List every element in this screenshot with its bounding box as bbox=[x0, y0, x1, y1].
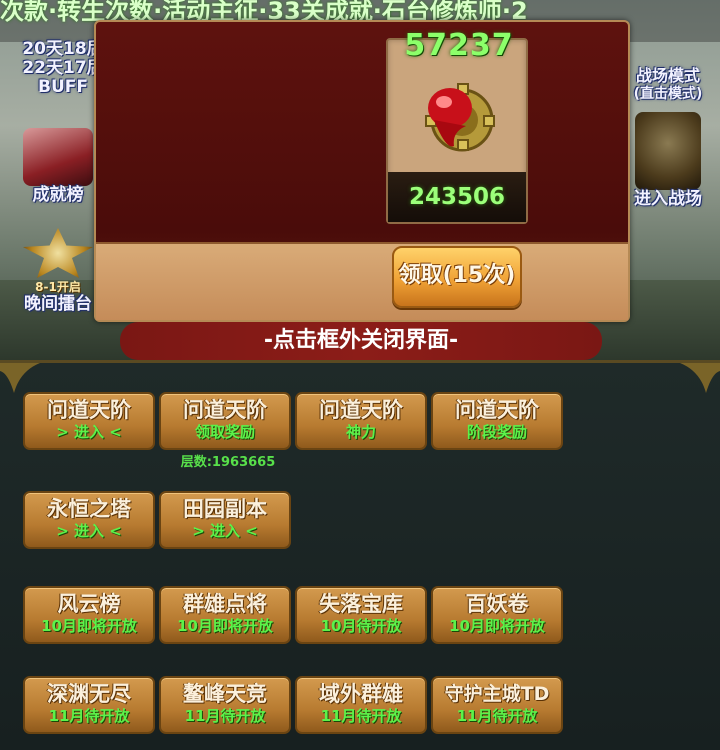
portal-icon bbox=[635, 112, 701, 190]
activity-sub: 11月待开放 bbox=[320, 707, 402, 725]
activity-tiandao-power-button[interactable]: 问道天阶 神力 bbox=[295, 392, 427, 450]
achievement-button[interactable]: 成就榜 bbox=[18, 128, 98, 205]
reward-item-slot[interactable]: 243506 bbox=[386, 38, 528, 224]
evening-arena-button[interactable]: 8-1开启 晚间擂台 bbox=[16, 228, 100, 314]
activity-outland-heroes-button[interactable]: 域外群雄 11月待开放 bbox=[295, 676, 427, 734]
activity-name: 问道天阶 bbox=[47, 398, 131, 422]
activity-tiandao-reward-button[interactable]: 问道天阶 领取奖励 bbox=[159, 392, 291, 450]
arena-open-tag: 8-1开启 bbox=[35, 280, 81, 294]
activity-sub: 11月待开放 bbox=[48, 707, 130, 725]
activity-name: 问道天阶 bbox=[455, 398, 539, 422]
activity-name: 守护主城TD bbox=[444, 683, 550, 705]
activity-sub: 领取奖励 bbox=[194, 423, 255, 441]
claim-button[interactable]: 领取(15次) bbox=[392, 246, 522, 308]
close-dialog-hint[interactable]: -点击框外关闭界面- bbox=[120, 322, 602, 360]
activity-lost-treasury-button[interactable]: 失落宝库 10月待开放 bbox=[295, 586, 427, 644]
activity-sub: > 进入 < bbox=[56, 423, 122, 441]
dialog-footer-area bbox=[96, 242, 628, 320]
right-corner-ornament bbox=[680, 363, 720, 393]
activity-name: 深渊无尽 bbox=[47, 682, 131, 706]
activity-name: 问道天阶 bbox=[183, 398, 267, 422]
activity-name: 百妖卷 bbox=[465, 592, 529, 616]
activity-sub: > 进入 < bbox=[56, 522, 122, 540]
activity-name: 失落宝库 bbox=[319, 592, 403, 616]
activity-sub: 10月即将开放 bbox=[449, 617, 545, 635]
reward-count: 243506 bbox=[388, 172, 526, 222]
activity-sub: 10月待开放 bbox=[320, 617, 402, 635]
red-gem-gear-icon bbox=[425, 83, 495, 152]
battlefield-mode-button[interactable]: 战场模式 (直击模式) bbox=[622, 66, 714, 104]
left-corner-ornament bbox=[0, 363, 40, 393]
activity-sub: 10月即将开放 bbox=[41, 617, 137, 635]
star-icon bbox=[23, 228, 93, 278]
activity-name: 问道天阶 bbox=[319, 398, 403, 422]
activity-abyss-button[interactable]: 深渊无尽 11月待开放 bbox=[23, 676, 155, 734]
achievement-label: 成就榜 bbox=[32, 185, 84, 205]
activity-sub: 10月即将开放 bbox=[177, 617, 273, 635]
activity-hundred-demons-button[interactable]: 百妖卷 10月即将开放 bbox=[431, 586, 563, 644]
activity-garden-dungeon-button[interactable]: 田园副本 > 进入 < bbox=[159, 491, 291, 549]
activity-name: 鳌峰天竞 bbox=[183, 682, 267, 706]
activity-tiandao-enter-button[interactable]: 问道天阶 > 进入 < bbox=[23, 392, 155, 450]
activity-ranking-button[interactable]: 风云榜 10月即将开放 bbox=[23, 586, 155, 644]
activity-peak-contest-button[interactable]: 鳌峰天竞 11月待开放 bbox=[159, 676, 291, 734]
activity-guard-city-td-button[interactable]: 守护主城TD 11月待开放 bbox=[431, 676, 563, 734]
activity-name: 永恒之塔 bbox=[47, 497, 131, 521]
activity-sub: 神力 bbox=[345, 423, 376, 441]
activity-tiandao-stage-button[interactable]: 问道天阶 阶段奖励 bbox=[431, 392, 563, 450]
activity-eternal-tower-button[interactable]: 永恒之塔 > 进入 < bbox=[23, 491, 155, 549]
activity-sub: 11月待开放 bbox=[184, 707, 266, 725]
activity-sub: 阶段奖励 bbox=[466, 423, 527, 441]
activity-heroes-button[interactable]: 群雄点将 10月即将开放 bbox=[159, 586, 291, 644]
battle-mode-line-2: (直击模式) bbox=[633, 86, 703, 102]
scroll-icon bbox=[23, 128, 93, 186]
activity-sub: 11月待开放 bbox=[456, 707, 538, 725]
enter-battlefield-button[interactable]: 进入战场 bbox=[622, 112, 714, 209]
floor-count-text: 层数:1963665 bbox=[180, 455, 276, 470]
battle-mode-line-1: 战场模式 bbox=[635, 66, 700, 85]
activity-name: 群雄点将 bbox=[183, 592, 267, 616]
activity-name: 田园副本 bbox=[183, 497, 267, 521]
arena-label: 晚间擂台 bbox=[24, 294, 92, 314]
reward-top-number: 57237 bbox=[404, 28, 514, 63]
activity-name: 风云榜 bbox=[57, 592, 121, 616]
activity-name: 域外群雄 bbox=[319, 682, 403, 706]
enter-battlefield-label: 进入战场 bbox=[634, 189, 702, 209]
reward-dialog: 243506 57237 领取(15次) bbox=[94, 20, 630, 322]
activity-sub: > 进入 < bbox=[192, 522, 258, 540]
